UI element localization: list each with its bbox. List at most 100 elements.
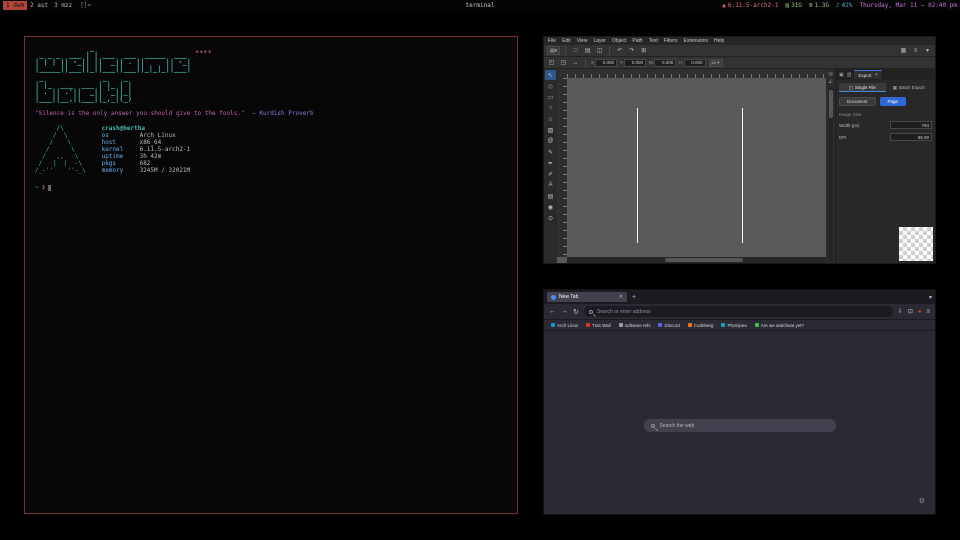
tool-style-dropdown[interactable]: ▤▾: [547, 46, 560, 55]
tool-star[interactable]: ☆: [545, 114, 556, 124]
bookmark-label: software refs: [625, 323, 651, 328]
workspace-tag-1[interactable]: 1 dwm: [3, 1, 27, 10]
workspace-tag-2[interactable]: 2 ast: [27, 1, 51, 10]
browser-tab-active[interactable]: New Tab ✕: [547, 292, 627, 302]
bookmarks-bar: Arch Linux Tuts Wall software refs Disco…: [544, 320, 935, 331]
bookmark-codeberg[interactable]: Codeberg: [688, 323, 714, 328]
personalize-gear-icon[interactable]: ⚙: [919, 497, 925, 505]
fill-stroke-dialog-icon[interactable]: ▦: [899, 46, 908, 55]
menu-layer[interactable]: Layer: [593, 38, 606, 44]
terminal-window[interactable]: _ _ _ _ ___ | | ___ ___ _____ ___ | | | …: [24, 36, 518, 514]
export-width-label: Width (px): [839, 123, 860, 128]
extensions-icon[interactable]: ⊡: [908, 308, 913, 315]
tab-single-file[interactable]: ▢ Single File: [839, 83, 886, 92]
tool-rectangle[interactable]: ▭: [545, 92, 556, 102]
menu-help[interactable]: Help: [714, 38, 724, 44]
export-width-input[interactable]: 794: [890, 121, 932, 129]
canvas-vscrollbar[interactable]: [829, 87, 833, 261]
bookmark-discord[interactable]: Discord: [658, 323, 679, 328]
x-input[interactable]: 0.000: [595, 59, 617, 67]
flip-icon[interactable]: ↔: [571, 58, 580, 67]
y-input[interactable]: 0.000: [624, 59, 646, 67]
toolbar-overflow-chevron[interactable]: ▾: [923, 46, 932, 55]
tool-pen[interactable]: ✒: [545, 158, 556, 168]
tool-zoom[interactable]: ⊙: [545, 213, 556, 223]
tool-gradient[interactable]: ▤: [545, 191, 556, 201]
export-dpi-input[interactable]: 96.00: [890, 133, 932, 141]
menu-filters[interactable]: Filters: [664, 38, 678, 44]
close-tab-icon[interactable]: ✕: [619, 294, 623, 300]
workspace-tag-3[interactable]: 3 mzz: [51, 1, 75, 10]
menu-icon[interactable]: ≡: [926, 309, 930, 315]
bookmark-label: Discord: [664, 323, 679, 328]
export-area-page-button[interactable]: Page: [880, 97, 907, 106]
open-document-icon[interactable]: ▤: [583, 46, 592, 55]
inkscape-canvas[interactable]: [567, 78, 826, 257]
tool-pencil[interactable]: ✎: [545, 147, 556, 157]
new-tab-button[interactable]: +: [632, 294, 636, 301]
layers-dialog-icon[interactable]: ≡: [911, 46, 920, 55]
bookmark-anticheat[interactable]: Are we anticheat yet?: [755, 323, 804, 328]
forward-icon[interactable]: →: [561, 308, 568, 315]
tool-node-editor[interactable]: ◇: [545, 81, 556, 91]
canvas-hscrollbar[interactable]: [567, 257, 826, 263]
close-icon[interactable]: ✕: [874, 72, 878, 78]
back-icon[interactable]: ←: [549, 308, 556, 315]
menu-path[interactable]: Path: [632, 38, 642, 44]
y-label: Y: [620, 60, 623, 65]
select-all-icon[interactable]: ◰: [547, 58, 556, 67]
redo-icon[interactable]: ↷: [627, 46, 636, 55]
dialog-icon-swatches[interactable]: ▣: [839, 72, 844, 78]
page-border-right: [742, 108, 743, 243]
menu-object[interactable]: Object: [612, 38, 626, 44]
duplicate-icon[interactable]: ⊞: [639, 46, 648, 55]
snap-angle-icon[interactable]: ∠: [828, 79, 832, 85]
new-document-icon[interactable]: □: [571, 46, 580, 55]
bookmark-software-refs[interactable]: software refs: [619, 323, 651, 328]
vscroll-thumb[interactable]: [829, 90, 833, 118]
rotate-icon[interactable]: ◳: [559, 58, 568, 67]
tool-spiral[interactable]: @: [545, 136, 556, 146]
web-search-input[interactable]: Search the web: [644, 419, 836, 432]
export-dpi-label: DPI: [839, 135, 847, 140]
tool-calligraphy[interactable]: ✐: [545, 169, 556, 179]
snap-bbox-icon[interactable]: ◎: [828, 71, 832, 77]
tool-ellipse[interactable]: ○: [545, 103, 556, 113]
hscroll-thumb[interactable]: [665, 258, 743, 262]
unit-dropdown[interactable]: px ▾: [709, 59, 723, 67]
unit-value: px: [712, 60, 717, 65]
url-bar[interactable]: Search or enter address: [584, 306, 893, 317]
batch-export-icon: ▦: [893, 85, 897, 91]
export-dpi-row: DPI 96.00: [839, 133, 932, 141]
tool-dropper[interactable]: ◉: [545, 202, 556, 212]
bookmark-tuts-wall[interactable]: Tuts Wall: [586, 323, 610, 328]
tool-text[interactable]: A: [545, 180, 556, 190]
undo-icon[interactable]: ↶: [615, 46, 624, 55]
list-tabs-chevron-icon[interactable]: ▾: [929, 294, 932, 301]
menu-edit[interactable]: Edit: [562, 38, 571, 44]
save-document-icon[interactable]: ◫: [595, 46, 604, 55]
tab-batch-export[interactable]: ▦ Batch Export: [886, 83, 933, 92]
menu-text[interactable]: Text: [649, 38, 658, 44]
ascii-banner: _ _ _ _ ___ | | ___ ___ _____ ___ | | | …: [35, 45, 507, 103]
status-volume: ♪ 42%: [836, 2, 852, 9]
reload-icon[interactable]: ↻: [573, 308, 579, 316]
h-input[interactable]: 0.000: [684, 59, 706, 67]
tool-selector[interactable]: ↖: [545, 70, 556, 80]
menu-file[interactable]: File: [548, 38, 556, 44]
bookmark-photopea[interactable]: Photopea: [721, 323, 746, 328]
record-icon[interactable]: ●: [918, 309, 922, 315]
workspace-tags: 1 dwm 2 ast 3 mzz []=: [3, 1, 94, 10]
downloads-icon[interactable]: ⇩: [898, 308, 903, 315]
dialog-icon-objects[interactable]: ▥: [847, 72, 852, 78]
tool-3dbox[interactable]: ▧: [545, 125, 556, 135]
fetch-info: crash@bertha osArch Linux hostx86_64 ker…: [102, 125, 191, 174]
export-area-document-button[interactable]: Document: [839, 97, 876, 106]
shell-prompt[interactable]: ~ ❯: [35, 184, 507, 191]
bookmark-arch-linux[interactable]: Arch Linux: [551, 323, 578, 328]
export-dialog-tab[interactable]: Export ✕: [854, 70, 882, 79]
w-input[interactable]: 0.000: [654, 59, 676, 67]
layout-indicator[interactable]: []=: [77, 1, 94, 10]
menu-view[interactable]: View: [577, 38, 588, 44]
menu-extensions[interactable]: Extensions: [684, 38, 708, 44]
